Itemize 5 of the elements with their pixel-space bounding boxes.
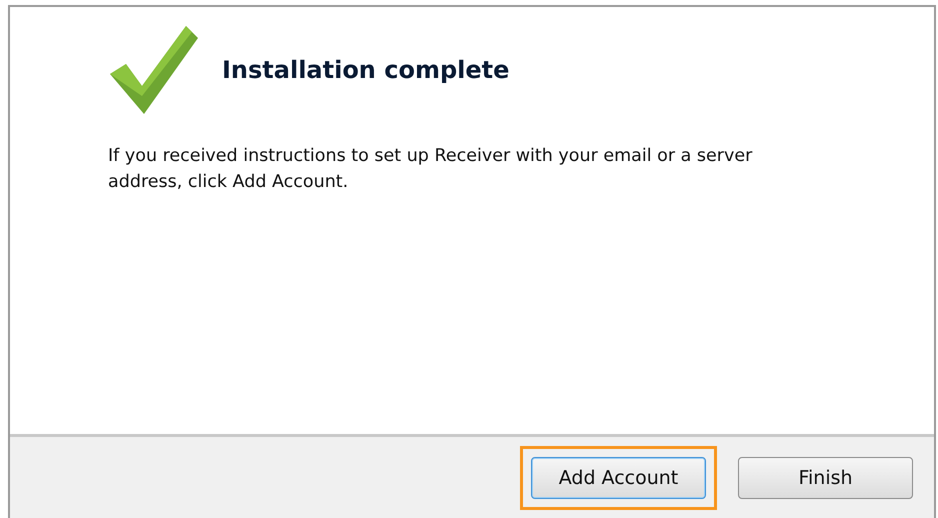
instruction-text: If you received instructions to set up Receiver with your email or a server address, click Add Account. [108, 145, 754, 194]
dialog-title: Installation complete [222, 56, 510, 84]
finish-button[interactable]: Finish [738, 456, 913, 498]
checkmark-icon [108, 24, 200, 116]
add-account-button[interactable]: Add Account [531, 456, 706, 498]
